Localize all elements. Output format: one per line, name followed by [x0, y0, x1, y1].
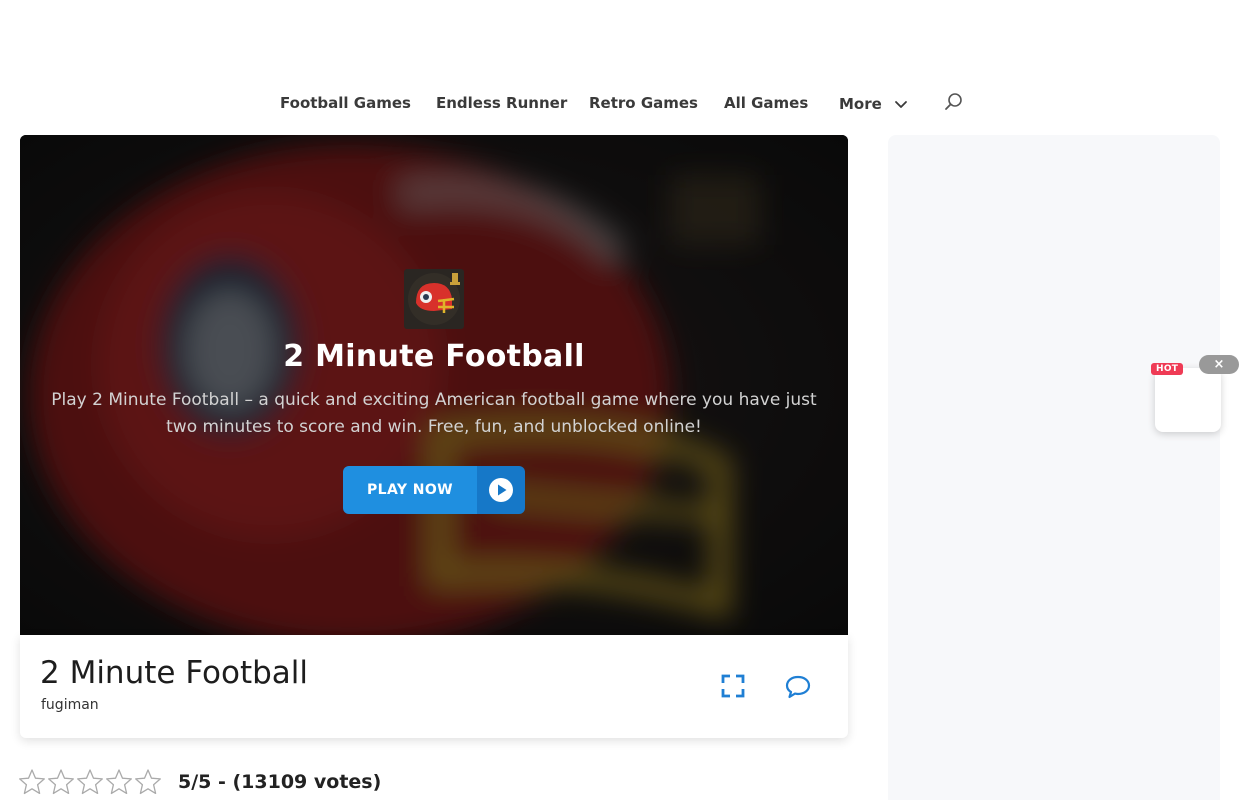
comment-icon[interactable]: [785, 674, 811, 700]
hero-title: 2 Minute Football: [283, 339, 585, 374]
game-thumbnail-helmet-icon: [404, 269, 464, 329]
chevron-down-icon: [894, 101, 907, 108]
star-icon[interactable]: [134, 768, 162, 796]
main-navigation: Football Games Endless Runner Retro Game…: [0, 84, 1240, 122]
game-author: fugiman: [41, 697, 99, 713]
hero-description: Play 2 Minute Football – a quick and exc…: [51, 390, 817, 437]
rating-summary: 5/5 - (13109 votes): [178, 771, 382, 793]
nav-item-football-games[interactable]: Football Games: [280, 94, 411, 112]
nav-item-all-games[interactable]: All Games: [724, 94, 808, 112]
star-rating: [18, 768, 162, 796]
game-hero: 2 Minute Football Play 2 Minute Football…: [20, 135, 848, 635]
nav-item-retro-games[interactable]: Retro Games: [589, 94, 698, 112]
play-now-label: PLAY NOW: [343, 466, 477, 514]
game-title: 2 Minute Football: [40, 655, 309, 691]
hero-content: 2 Minute Football Play 2 Minute Football…: [20, 135, 848, 635]
nav-item-more[interactable]: More: [839, 95, 908, 113]
sidebar-panel: [888, 135, 1220, 800]
fullscreen-icon[interactable]: [721, 674, 745, 698]
nav-more-label: More: [839, 95, 882, 113]
game-info-bar: 2 Minute Football fugiman: [20, 635, 848, 738]
star-icon[interactable]: [105, 768, 133, 796]
rating-row: 5/5 - (13109 votes): [18, 768, 381, 796]
star-icon[interactable]: [47, 768, 75, 796]
play-circle-icon: [489, 478, 513, 502]
star-icon[interactable]: [76, 768, 104, 796]
hot-game-widget[interactable]: [1155, 368, 1221, 432]
close-widget-button[interactable]: ×: [1199, 355, 1239, 374]
star-icon[interactable]: [18, 768, 46, 796]
play-icon-container: [477, 466, 525, 514]
nav-item-endless-runner[interactable]: Endless Runner: [436, 94, 567, 112]
hot-badge: HOT: [1151, 363, 1184, 375]
search-icon[interactable]: [944, 92, 964, 112]
play-now-button[interactable]: PLAY NOW: [343, 466, 525, 514]
